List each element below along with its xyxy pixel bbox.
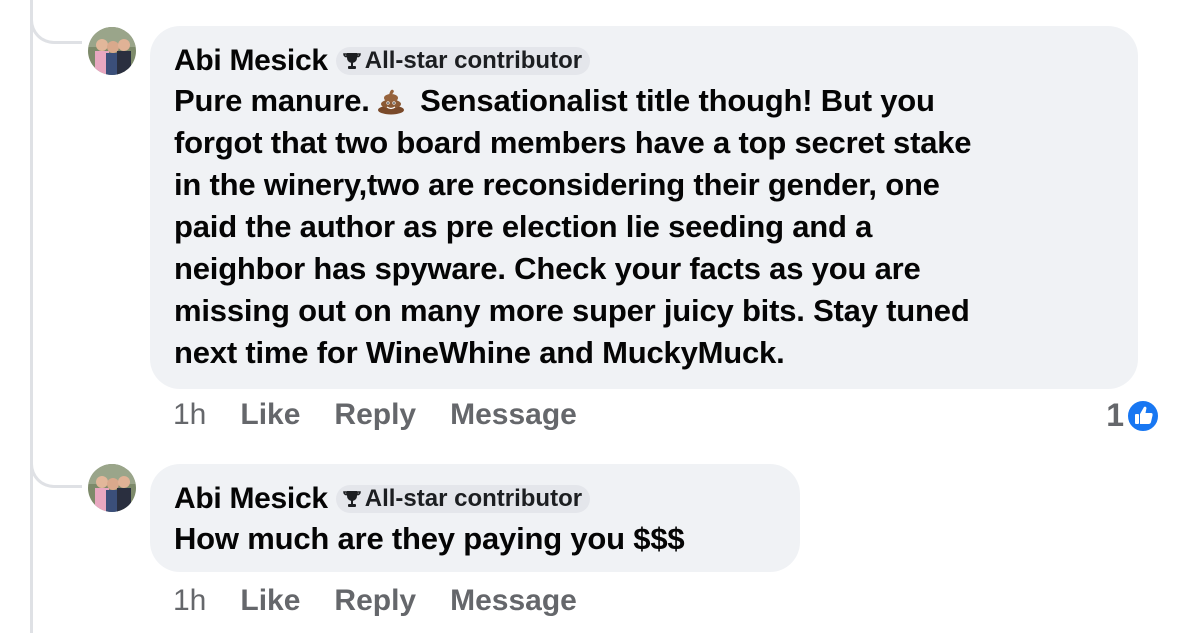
thread-branch: [30, 448, 82, 488]
badge-label: All-star contributor: [364, 47, 583, 74]
reaction-summary[interactable]: 1: [1106, 397, 1160, 434]
all-star-badge[interactable]: All-star contributor: [335, 47, 591, 75]
trophy-icon: [342, 491, 361, 507]
like-button[interactable]: Like: [240, 584, 300, 618]
author-name[interactable]: Abi Mesick: [174, 482, 328, 516]
comment-actions: 1h Like Reply Message: [173, 584, 611, 618]
thread-line: [30, 0, 33, 633]
avatar[interactable]: [88, 464, 136, 512]
reaction-count: 1: [1106, 397, 1124, 433]
avatar[interactable]: [88, 27, 136, 75]
timestamp[interactable]: 1h: [173, 398, 206, 432]
message-button[interactable]: Message: [450, 584, 577, 618]
author-name[interactable]: Abi Mesick: [174, 44, 328, 78]
reply-button[interactable]: Reply: [334, 584, 416, 618]
comment-actions: 1h Like Reply Message: [173, 398, 611, 432]
comment-text-part: Pure manure.: [174, 83, 370, 118]
badge-label: All-star contributor: [364, 485, 583, 512]
like-button[interactable]: Like: [240, 398, 300, 432]
comment-text: How much are they paying you $$$: [174, 521, 685, 556]
thread-branch: [30, 4, 82, 44]
timestamp[interactable]: 1h: [173, 584, 206, 618]
like-reaction-icon: [1126, 398, 1160, 433]
comment-text: Pure manure. Sensationalist title though…: [174, 80, 1114, 374]
trophy-icon: [342, 53, 361, 69]
all-star-badge[interactable]: All-star contributor: [335, 485, 591, 513]
poop-emoji-icon: [377, 89, 404, 115]
comment-text-part: Sensationalist title though! But you for…: [174, 83, 972, 370]
comment-bubble: Abi Mesick All-star contributor Pure man…: [150, 26, 1138, 389]
reply-button[interactable]: Reply: [334, 398, 416, 432]
message-button[interactable]: Message: [450, 398, 577, 432]
comment-bubble: Abi Mesick All-star contributor How much…: [150, 464, 800, 572]
